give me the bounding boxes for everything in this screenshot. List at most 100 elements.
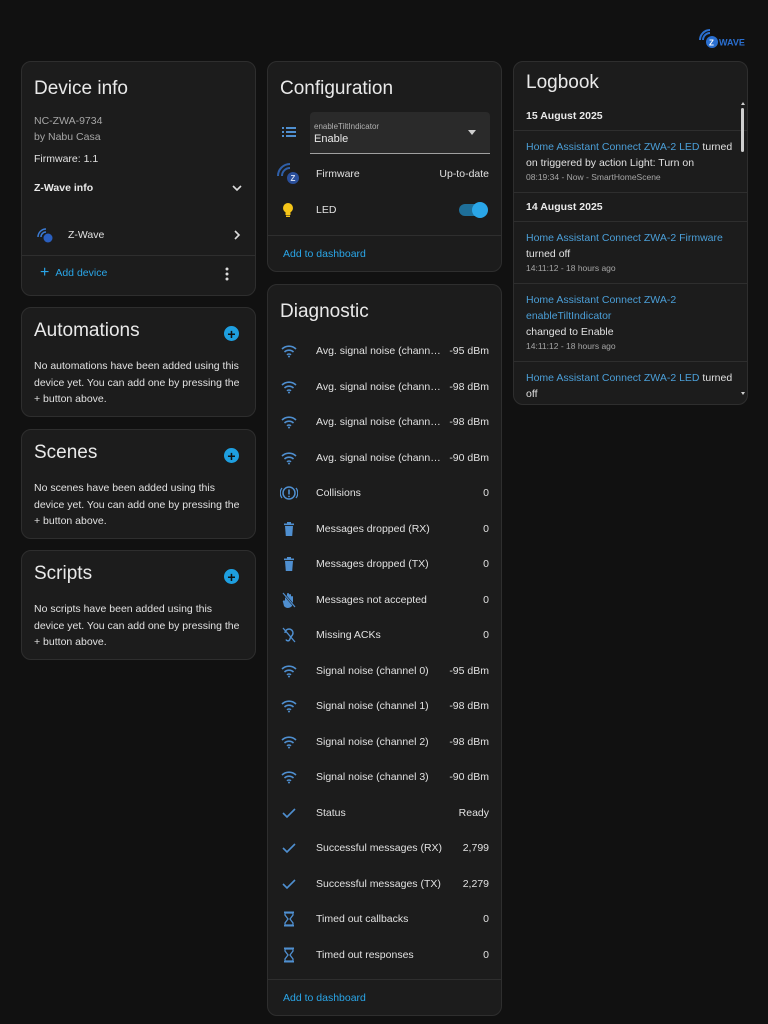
diagnostic-row[interactable]: Signal noise (channel 0) -95 dBm: [280, 661, 489, 681]
diagnostic-row[interactable]: Status Ready: [280, 803, 489, 823]
diagnostic-name: Signal noise (channel 0): [316, 664, 429, 677]
diagnostic-row[interactable]: Messages dropped (TX) 0: [280, 554, 489, 574]
diagnostic-row[interactable]: Successful messages (TX) 2,279: [280, 874, 489, 894]
more-vertical-icon[interactable]: [225, 267, 229, 281]
scroll-down-arrow[interactable]: [741, 392, 745, 395]
diagnostic-name: Avg. signal noise (channel 2): [316, 416, 446, 428]
diagnostic-value: 0: [483, 913, 489, 925]
scenes-empty-text: No scenes have been added using this dev…: [34, 482, 240, 527]
device-info-card: Device info NC-ZWA-9734 by Nabu Casa Fir…: [21, 61, 256, 296]
hourglass-icon: [280, 946, 298, 964]
led-row: LED: [280, 200, 489, 220]
add-script-button[interactable]: +: [224, 569, 239, 584]
diagnostic-row[interactable]: Signal noise (channel 1) -98 dBm: [280, 696, 489, 716]
logbook-entity-link[interactable]: Home Assistant Connect ZWA-2 enableTiltI…: [526, 292, 733, 324]
diagnostic-name: Signal noise (channel 2): [316, 735, 429, 748]
diagnostic-name: Successful messages (RX): [316, 842, 443, 854]
diagnostic-name: Status: [316, 806, 346, 819]
tilt-indicator-select[interactable]: enableTiltIndicator Enable: [310, 112, 490, 154]
wifi-icon: [280, 378, 298, 396]
wifi-icon: [280, 662, 298, 680]
svg-text:WAVE: WAVE: [719, 38, 745, 48]
hand-off-icon: [280, 591, 298, 609]
diagnostic-name: Messages not accepted: [316, 593, 427, 606]
wifi-icon: [280, 342, 298, 360]
diagnostic-row[interactable]: Collisions 0: [280, 483, 489, 503]
zwave-info-expander[interactable]: Z-Wave info: [34, 180, 243, 196]
automations-title: Automations: [34, 320, 140, 341]
diagnostic-row[interactable]: Timed out responses 0: [280, 945, 489, 965]
add-automation-button[interactable]: +: [224, 326, 239, 341]
add-scene-button[interactable]: +: [224, 448, 239, 463]
diagnostic-row[interactable]: Messages dropped (RX) 0: [280, 519, 489, 539]
logbook-date-header: 14 August 2025: [514, 193, 747, 222]
diagnostic-value: 0: [483, 487, 489, 499]
diagnostic-value: 0: [483, 593, 489, 606]
configuration-add-to-dashboard[interactable]: Add to dashboard: [283, 248, 366, 260]
dropdown-arrow-icon: [468, 130, 476, 135]
diagnostic-row[interactable]: Signal noise (channel 3) -90 dBm: [280, 767, 489, 787]
add-device-button[interactable]: + Add device: [40, 264, 108, 281]
check-icon: [280, 804, 298, 822]
diagnostic-add-to-dashboard[interactable]: Add to dashboard: [283, 992, 366, 1004]
add-device-label: Add device: [55, 267, 108, 279]
toggle-knob: [472, 202, 488, 218]
diagnostic-row[interactable]: Avg. signal noise (channel 3) -90 dBm: [280, 448, 489, 468]
diagnostic-row[interactable]: Timed out callbacks 0: [280, 909, 489, 929]
diagnostic-name: Successful messages (TX): [316, 877, 441, 890]
diagnostic-value: -98 dBm: [449, 380, 489, 393]
logbook-entry: Home Assistant Connect ZWA-2 enableTiltI…: [514, 284, 747, 362]
chevron-down-icon: [231, 182, 243, 194]
led-toggle[interactable]: [459, 202, 488, 218]
diagnostic-row[interactable]: Signal noise (channel 2) -98 dBm: [280, 732, 489, 752]
diagnostic-value: -98 dBm: [449, 416, 489, 428]
device-info-title: Device info: [34, 78, 128, 99]
divider: [268, 235, 501, 236]
diagnostic-row[interactable]: Successful messages (RX) 2,799: [280, 838, 489, 858]
diagnostic-row[interactable]: Missing ACKs 0: [280, 625, 489, 645]
logbook-entity-link[interactable]: Home Assistant Connect ZWA-2 LED: [526, 141, 700, 153]
trash-icon: [280, 555, 298, 573]
wifi-icon: [280, 413, 298, 431]
diagnostic-row[interactable]: Avg. signal noise (channel 2) -98 dBm: [280, 412, 489, 432]
device-firmware: Firmware: 1.1: [34, 153, 99, 165]
select-label: enableTiltIndicator: [314, 122, 380, 131]
plus-icon: +: [40, 264, 50, 281]
diagnostic-title: Diagnostic: [280, 301, 369, 322]
diagnostic-row[interactable]: Avg. signal noise (channel 0) -95 dBm: [280, 341, 489, 361]
svg-text:Z: Z: [709, 39, 714, 48]
logbook-list[interactable]: 15 August 2025 Home Assistant Connect ZW…: [514, 102, 747, 404]
logbook-scrollbar[interactable]: [741, 108, 744, 152]
logbook-entry: Home Assistant Connect ZWA-2 Firmware tu…: [514, 222, 747, 284]
diagnostic-card: Diagnostic Avg. signal noise (channel 0)…: [267, 284, 502, 1016]
automations-card: Automations + No automations have been a…: [21, 307, 256, 417]
logbook-entity-link[interactable]: Home Assistant Connect ZWA-2 Firmware: [526, 230, 733, 246]
select-value: Enable: [314, 133, 349, 145]
firmware-row[interactable]: Z Firmware Up-to-date: [277, 163, 489, 184]
logbook-entity-link[interactable]: Home Assistant Connect ZWA-2 LED: [526, 372, 700, 384]
diagnostic-name: Signal noise (channel 1): [316, 700, 429, 712]
diagnostic-value: 0: [483, 522, 489, 535]
zwave-integration-label: Z-Wave: [68, 229, 105, 241]
firmware-status: Up-to-date: [439, 168, 489, 180]
zwave-integration-link[interactable]: Z-Wave: [34, 225, 243, 245]
diagnostic-row[interactable]: Avg. signal noise (channel 1) -98 dBm: [280, 377, 489, 397]
device-manufacturer: by Nabu Casa: [34, 131, 101, 143]
hourglass-icon: [280, 910, 298, 928]
diagnostic-name: Missing ACKs: [316, 629, 381, 641]
diagnostic-value: 0: [483, 558, 489, 570]
logbook-date-header: 15 August 2025: [514, 102, 747, 131]
scripts-card: Scripts + No scripts have been added usi…: [21, 550, 256, 660]
chevron-right-icon: [231, 229, 243, 241]
logbook-entry-text: turned off: [526, 248, 571, 260]
diagnostic-value: 2,279: [462, 877, 489, 890]
automations-empty-text: No automations have been added using thi…: [34, 360, 240, 405]
scroll-up-arrow[interactable]: [741, 102, 745, 105]
diagnostic-value: -90 dBm: [449, 451, 489, 464]
configuration-card: Configuration enableTiltIndicator Enable…: [267, 61, 502, 272]
diagnostic-name: Avg. signal noise (channel 1): [316, 380, 446, 393]
diagnostic-value: -95 dBm: [449, 664, 489, 677]
diagnostic-value: 0: [483, 948, 489, 961]
scripts-title: Scripts: [34, 563, 93, 584]
diagnostic-row[interactable]: Messages not accepted 0: [280, 590, 489, 610]
